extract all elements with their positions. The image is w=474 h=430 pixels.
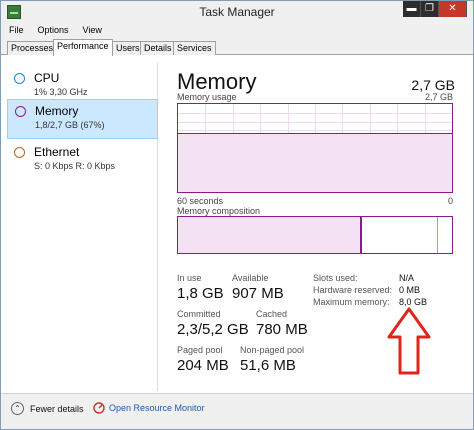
menu-file[interactable]: File <box>1 23 30 39</box>
stat-label: Non-paged pool <box>240 345 305 355</box>
stat-non-paged-pool: Non-paged pool 51,6 MB <box>240 345 304 374</box>
stat-label: Committed <box>177 309 221 319</box>
sidebar-item-detail: S: 0 Kbps R: 0 Kbps <box>34 161 116 171</box>
memory-usage-max: 2,7 GB <box>424 92 453 102</box>
time-axis-start: 60 seconds <box>177 196 224 206</box>
stat-value: 204 MB <box>177 357 229 374</box>
grid-line <box>178 112 452 114</box>
menu-bar: File Options View <box>1 23 473 39</box>
memory-total: 2,7 GB <box>411 77 455 93</box>
stat-label: Paged pool <box>177 345 223 355</box>
window-controls: ▬ ❐ ✕ <box>403 1 467 19</box>
time-axis-end: 0 <box>447 196 453 206</box>
sidebar-item-label: Memory <box>35 104 79 118</box>
stat-label: Available <box>232 273 269 283</box>
tab-details[interactable]: Details <box>140 41 176 55</box>
memory-usage-fill <box>178 133 452 192</box>
stat-paged-pool: Paged pool 204 MB <box>177 345 229 374</box>
sidebar-item-detail: 1% 3,30 GHz <box>34 87 88 97</box>
chevron-up-icon: ⌃ <box>11 402 24 415</box>
slots-used-label: Slots used: <box>313 273 358 283</box>
memory-composition-bar <box>177 216 453 254</box>
stat-value: 780 MB <box>256 321 308 338</box>
maximum-memory-label: Maximum memory: <box>313 297 390 307</box>
stat-label: In use <box>177 273 202 283</box>
sidebar-item-ethernet[interactable]: Ethernet S: 0 Kbps R: 0 Kbps <box>7 141 158 181</box>
stat-value: 907 MB <box>232 285 284 302</box>
close-button[interactable]: ✕ <box>439 1 467 17</box>
stat-available: Available 907 MB <box>232 273 284 302</box>
minimize-button[interactable]: ▬ <box>403 1 421 17</box>
memory-usage-label: Memory usage <box>177 92 237 102</box>
annotation-up-arrow-icon <box>387 307 431 375</box>
open-resource-monitor-link[interactable]: Open Resource Monitor <box>93 402 205 414</box>
stat-value: 51,6 MB <box>240 357 296 374</box>
resource-monitor-icon <box>93 402 105 414</box>
composition-standby <box>361 217 439 253</box>
menu-options[interactable]: Options <box>30 23 75 39</box>
sidebar-item-label: Ethernet <box>34 145 80 159</box>
maximum-memory-value: 8,0 GB <box>399 297 428 307</box>
stat-label: Cached <box>256 309 288 319</box>
tab-bar: Processes Performance Users Details Serv… <box>1 39 473 56</box>
memory-composition-label: Memory composition <box>177 206 261 216</box>
resource-sidebar: CPU 1% 3,30 GHz Memory 1,8/2,7 GB (67%) … <box>7 63 158 391</box>
grid-line <box>178 130 452 132</box>
stat-cached: Cached 780 MB <box>256 309 308 338</box>
stat-value: 1,8 GB <box>177 285 224 302</box>
tab-performance[interactable]: Performance <box>53 39 113 56</box>
hardware-reserved-value: 0 MB <box>399 285 421 295</box>
stat-in-use: In use 1,8 GB <box>177 273 224 302</box>
title-bar[interactable]: Task Manager ▬ ❐ ✕ <box>1 1 473 23</box>
tab-services[interactable]: Services <box>173 41 216 55</box>
composition-free <box>438 217 452 253</box>
composition-in-use <box>178 217 361 253</box>
resource-monitor-label: Open Resource Monitor <box>109 403 205 413</box>
sidebar-item-label: CPU <box>34 71 60 85</box>
memory-usage-graph <box>177 103 453 193</box>
sidebar-item-detail: 1,8/2,7 GB (67%) <box>35 120 105 130</box>
slots-used-value: N/A <box>399 273 415 283</box>
stat-value: 2,3/5,2 GB <box>177 321 249 338</box>
ethernet-circle-icon <box>14 147 25 158</box>
fewer-details-toggle[interactable]: ⌃ Fewer details <box>11 402 84 415</box>
footer-bar: ⌃ Fewer details Open Resource Monitor <box>1 393 473 429</box>
restore-button[interactable]: ❐ <box>421 1 439 17</box>
grid-line <box>178 121 452 123</box>
tab-users[interactable]: Users <box>112 41 144 55</box>
task-manager-window: Task Manager ▬ ❐ ✕ File Options View Pro… <box>0 0 474 430</box>
menu-view[interactable]: View <box>75 23 108 39</box>
stat-committed: Committed 2,3/5,2 GB <box>177 309 249 338</box>
hardware-reserved-label: Hardware reserved: <box>313 285 393 295</box>
memory-circle-icon <box>15 106 26 117</box>
sidebar-item-memory[interactable]: Memory 1,8/2,7 GB (67%) <box>7 99 158 139</box>
cpu-circle-icon <box>14 73 25 84</box>
fewer-details-label: Fewer details <box>30 403 84 414</box>
tab-processes[interactable]: Processes <box>7 41 58 55</box>
